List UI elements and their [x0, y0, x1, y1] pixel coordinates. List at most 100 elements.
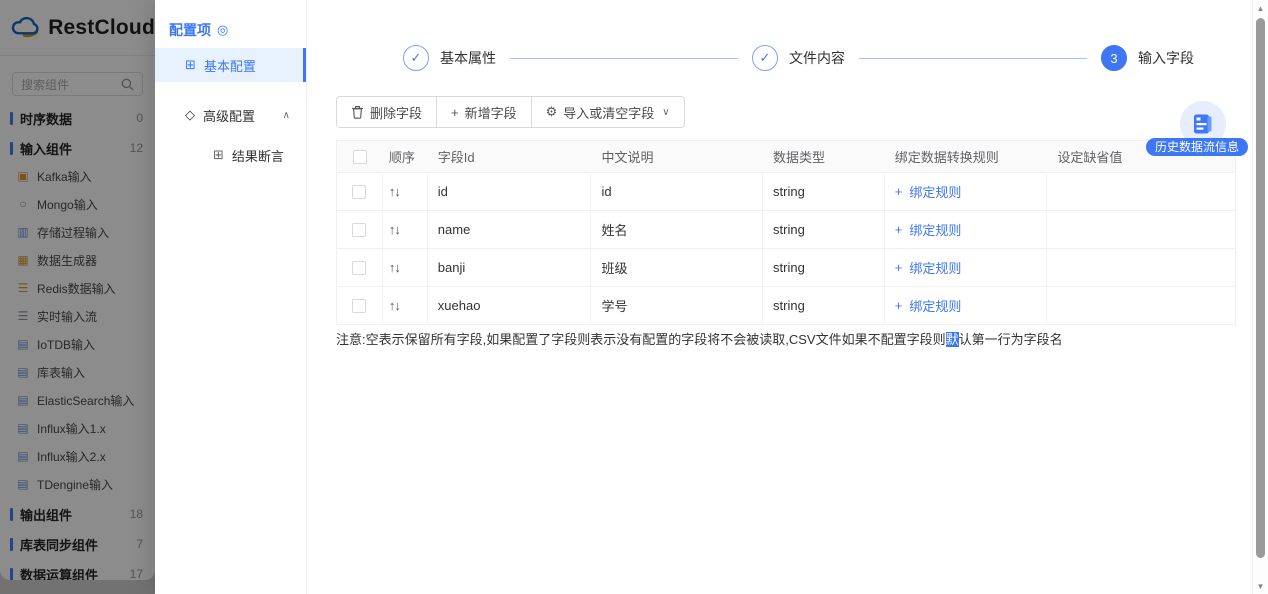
row-checkbox[interactable] [352, 260, 367, 275]
add-field-button[interactable]: + 新增字段 [436, 97, 531, 127]
elasticsearch-icon [16, 394, 30, 406]
step-check-icon: ✓ [752, 45, 778, 71]
cell-default-value [1047, 249, 1235, 286]
influx2-icon [16, 450, 30, 462]
bind-rule-link[interactable]: + 绑定规则 [895, 220, 962, 239]
section-accent-bar [10, 507, 13, 521]
data-generator-icon [16, 254, 30, 266]
section-accent-bar [10, 537, 13, 551]
plus-icon: + [451, 104, 459, 120]
row-checkbox[interactable] [352, 222, 367, 237]
sidebar-section-input[interactable]: 输入组件 12 [0, 134, 155, 162]
sidebar-item-kafka-input[interactable]: Kafka输入 [0, 162, 155, 190]
select-all-checkbox[interactable] [352, 149, 367, 164]
sidebar-section-timeseries[interactable]: 时序数据 0 [0, 104, 155, 132]
step-connector [510, 57, 738, 59]
bind-rule-link[interactable]: + 绑定规则 [895, 182, 962, 201]
delete-field-button[interactable]: 删除字段 [337, 97, 437, 127]
cell-default-value [1047, 173, 1235, 210]
table-row: ↑↓ id id string + 绑定规则 [337, 172, 1235, 210]
scroll-up-arrow[interactable]: ▲ [1253, 4, 1268, 13]
section-count: 17 [129, 567, 143, 580]
col-field-id: 字段Id [437, 150, 475, 165]
mongo-icon [16, 198, 30, 210]
col-cn-name: 中文说明 [601, 150, 654, 165]
sidebar-item-redis-input[interactable]: Redis数据输入 [0, 274, 155, 302]
cell-cn-name: id [591, 173, 764, 210]
cell-data-type: string [763, 211, 885, 248]
table-input-icon [16, 366, 30, 378]
scroll-down-arrow[interactable]: ▼ [1253, 582, 1268, 591]
section-count: 7 [136, 537, 143, 551]
sidebar-item-stored-proc-input[interactable]: 存储过程输入 [0, 218, 155, 246]
app-root: RestCloud 搜索组件 时序数据 0 输入组件 12 ▣ Kafka输入 … [0, 0, 1268, 594]
sidebar-item-iotdb-input[interactable]: IoTDB输入 [0, 330, 155, 358]
cloud-logo-icon [11, 16, 39, 38]
chevron-down-icon: ∨ [662, 106, 670, 118]
brand-logo: RestCloud [0, 0, 155, 56]
row-sort-arrows[interactable]: ↑↓ [389, 184, 401, 199]
grid-icon: ⊞ [185, 57, 196, 72]
step-check-icon: ✓ [403, 45, 429, 71]
section-count: 18 [129, 507, 143, 521]
step-basic-attributes[interactable]: ✓ 基本属性 [403, 45, 496, 71]
trash-icon [352, 106, 363, 119]
menu-item-advanced-config[interactable]: ◇ 高级配置 ∧ [155, 98, 306, 132]
cell-field-id: xuehao [428, 287, 592, 324]
history-document-icon [1194, 114, 1212, 134]
col-order: 顺序 [388, 150, 415, 165]
section-accent-bar [10, 111, 13, 125]
step-connector [859, 57, 1087, 59]
drawer-content: ✓ 基本属性 ✓ 文件内容 3 输入字段 删除字段 + 新增字段 ⚙ 导入或清空… [307, 0, 1244, 594]
sidebar-item-mongo-input[interactable]: Mongo输入 [0, 190, 155, 218]
wizard-stepper: ✓ 基本属性 ✓ 文件内容 3 输入字段 [403, 44, 1194, 72]
component-search[interactable]: 搜索组件 [12, 72, 143, 96]
menu-item-basic-config[interactable]: ⊞ 基本配置 [155, 48, 306, 82]
sidebar-item-influx1-input[interactable]: Influx输入1.x [0, 414, 155, 442]
sidebar-section-output[interactable]: 输出组件 18 [0, 500, 155, 528]
row-sort-arrows[interactable]: ↑↓ [389, 222, 401, 237]
menu-item-result-assertion[interactable]: ⊞ 结果断言 [155, 140, 306, 170]
component-sections: 时序数据 0 输入组件 12 Kafka输入 Mongo输入 存储过程输入 数据… [0, 96, 155, 580]
import-or-clear-fields-button[interactable]: ⚙ 导入或清空字段 ∨ [530, 97, 684, 127]
row-sort-arrows[interactable]: ↑↓ [389, 260, 401, 275]
section-count: 0 [136, 111, 143, 125]
row-checkbox[interactable] [352, 298, 367, 313]
sidebar-section-data-compute[interactable]: 数据运算组件 17 [0, 560, 155, 580]
redis-icon [16, 282, 30, 294]
cell-default-value [1047, 287, 1235, 324]
sidebar-item-tdengine-input[interactable]: TDengine输入 [0, 470, 155, 498]
target-icon: ◎ [217, 22, 229, 37]
bind-rule-link[interactable]: + 绑定规则 [895, 296, 962, 315]
field-toolbar: 删除字段 + 新增字段 ⚙ 导入或清空字段 ∨ [336, 96, 685, 128]
iotdb-icon [16, 338, 30, 350]
sidebar-item-realtime-stream[interactable]: 实时输入流 [0, 302, 155, 330]
step-file-content[interactable]: ✓ 文件内容 [752, 45, 845, 71]
gear-icon: ⚙ [545, 104, 558, 119]
table-row: ↑↓ banji 班级 string + 绑定规则 [337, 248, 1235, 286]
palette-card: RestCloud 搜索组件 时序数据 0 输入组件 12 ▣ Kafka输入 … [0, 0, 155, 580]
scrollbar-thumb[interactable] [1256, 18, 1265, 558]
sidebar-item-elasticsearch-input[interactable]: ElasticSearch输入 [0, 386, 155, 414]
collapse-caret-icon[interactable]: ∧ [283, 110, 290, 121]
search-icon [121, 78, 134, 90]
sidebar-item-data-generator[interactable]: 数据生成器 [0, 246, 155, 274]
col-bind-rule: 绑定数据转换规则 [894, 150, 999, 165]
bind-rule-link[interactable]: + 绑定规则 [895, 258, 962, 277]
step-input-fields[interactable]: 3 输入字段 [1101, 45, 1194, 71]
config-title: 配置项 ◎ [169, 22, 229, 38]
cell-cn-name: 学号 [591, 287, 764, 324]
row-checkbox[interactable] [352, 184, 367, 199]
vertical-scrollbar[interactable]: ▲ ▼ [1252, 0, 1268, 594]
stream-icon [16, 310, 30, 322]
sidebar-item-influx2-input[interactable]: Influx输入2.x [0, 442, 155, 470]
cell-field-id: name [428, 211, 592, 248]
step-number: 3 [1101, 45, 1127, 71]
table-row: ↑↓ xuehao 学号 string + 绑定规则 [337, 286, 1235, 324]
row-sort-arrows[interactable]: ↑↓ [389, 298, 401, 313]
cell-data-type: string [763, 287, 885, 324]
config-drawer: 配置项 ◎ ⊞ 基本配置 ◇ 高级配置 ∧ ⊞ 结果断言 ✓ 基本属性 ✓ 文件… [155, 0, 1268, 594]
cube-icon: ◇ [185, 107, 195, 122]
sidebar-section-table-sync[interactable]: 库表同步组件 7 [0, 530, 155, 558]
sidebar-item-table-input[interactable]: 库表输入 [0, 358, 155, 386]
